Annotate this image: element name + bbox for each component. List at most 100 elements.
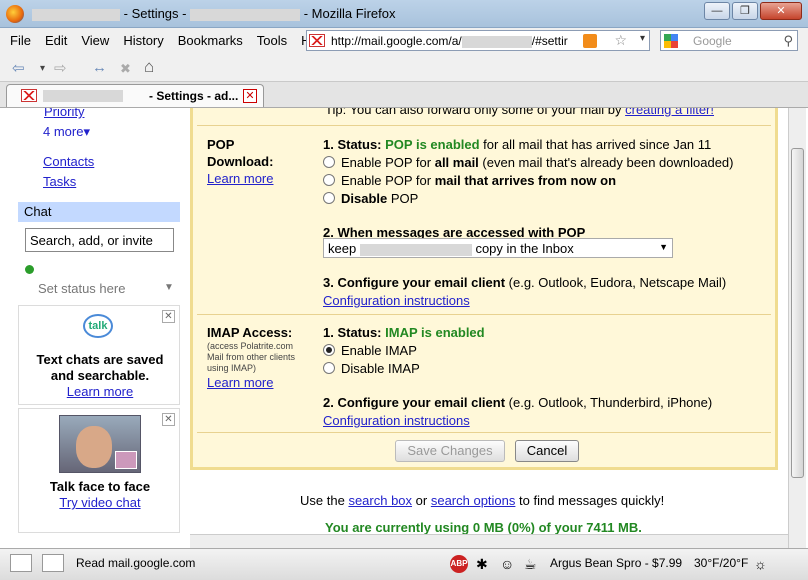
pop-option-disable[interactable]: Disable POP [323,190,734,208]
tab-settings[interactable]: - Settings - ad... ✕ [6,84,264,107]
title-bar: - Settings - - Mozilla Firefox — ❐ ✕ [0,0,808,28]
pop-status-detail: for all mail that has arrived since Jan … [479,137,712,152]
navigation-toolbar: ⇦ ▾ ⇨ ↔ ✖ ⌂ [0,54,808,82]
close-promo-icon[interactable]: ✕ [162,413,175,426]
back-arrow-icon[interactable]: ⇦ [12,59,25,77]
weather-text[interactable]: 30°F/20°F [694,556,748,570]
imap-config-instructions-link[interactable]: Configuration instructions [323,412,712,430]
minimize-button[interactable]: — [704,2,730,20]
bookmark-star-icon[interactable]: ☆ [614,32,627,49]
adblock-icon[interactable]: ABP [450,555,468,573]
title-suffix: - Mozilla Firefox [303,6,396,21]
radio-pop-now[interactable] [323,174,335,186]
redacted-block [190,8,301,21]
search-box-link[interactable]: search box [348,493,412,508]
radio-pop-disable[interactable] [323,192,335,204]
gmail-favicon-icon [309,34,325,47]
chat-search-input[interactable]: Search, add, or invite [25,228,174,252]
home-icon[interactable]: ⌂ [144,57,154,77]
url-bar[interactable]: http://mail.google.com/a/ /#settir ☆ ▾ [306,30,650,51]
stop-icon[interactable]: ✖ [120,61,131,77]
status-dropdown-arrow-icon[interactable]: ▼ [164,282,174,293]
pop-label-line1: POP [207,137,235,152]
menu-bookmarks[interactable]: Bookmarks [176,33,245,48]
search-bar[interactable]: Google ⚲ [660,30,798,51]
scrollbar-thumb[interactable] [791,148,804,478]
forward-arrow-icon[interactable]: ⇨ [54,59,67,77]
promo-text-line1: Text chats are saved [36,352,164,367]
page-info-icon[interactable] [42,554,64,572]
chat-header[interactable]: Chat [18,202,180,222]
sidebar-item-tasks[interactable]: Tasks [43,174,76,189]
url-prefix: http://mail.google.com/a/ [331,34,462,48]
close-window-button[interactable]: ✕ [760,2,802,20]
menu-tools[interactable]: Tools [255,33,289,48]
video-preview-image [115,451,137,469]
imap-option-enable[interactable]: Enable IMAP [323,342,712,360]
bug-icon[interactable]: ✱ [476,556,488,573]
imap-sub-line: Mail from other clients [207,352,296,362]
firefox-logo-icon [6,5,24,23]
redacted-block [43,90,123,102]
try-video-chat-link[interactable]: Try video chat [19,495,181,511]
opt-text: POP [387,191,419,206]
back-history-dropdown-icon[interactable]: ▾ [40,63,45,74]
pop-option-from-now[interactable]: Enable POP for mail that arrives from no… [323,172,734,190]
imap-learn-more-link[interactable]: Learn more [207,374,295,391]
divider [197,314,771,315]
search-options-link[interactable]: search options [431,493,516,508]
opt-text: Disable IMAP [341,361,420,376]
forwarding-tip: Tip: You can also forward only some of y… [325,108,714,117]
menu-view[interactable]: View [79,33,111,48]
search-hint: Use the search box or search options to … [300,493,664,508]
close-promo-icon[interactable]: ✕ [162,310,175,323]
pop-action-select[interactable]: keep copy in the Inbox ▼ [323,238,673,258]
deal-ticker[interactable]: Argus Bean Spro - $7.99 [550,556,682,570]
search-icon[interactable]: ⚲ [783,33,793,49]
pop-option-all-mail[interactable]: Enable POP for all mail (even mail that'… [323,154,734,172]
chevron-down-icon[interactable]: ▼ [659,242,668,252]
redacted-block [461,35,532,48]
status-text: Read mail.google.com [76,556,196,570]
horizontal-scrollbar[interactable] [190,534,788,548]
google-engine-icon[interactable] [664,34,678,48]
pop-status: 1. Status: POP is enabled for all mail t… [323,136,734,154]
divider [197,125,771,126]
sidebar-item-priority[interactable]: Priority [44,108,84,119]
tab-title: - Settings - ad... [149,89,239,103]
cup-icon[interactable]: ☕ [524,556,537,573]
vertical-scrollbar[interactable] [788,108,806,548]
smiley-icon[interactable]: ☺ [500,556,514,572]
menu-history[interactable]: History [121,33,165,48]
pop-learn-more-link[interactable]: Learn more [207,170,273,187]
rss-feed-icon[interactable] [583,34,597,48]
tab-bar: - Settings - ad... ✕ [0,82,808,108]
select-text: copy in the Inbox [475,241,574,256]
talk-logo-text: talk [88,320,108,332]
pop-options: 1. Status: POP is enabled for all mail t… [323,136,734,242]
url-dropdown-icon[interactable]: ▾ [640,33,645,44]
imap-status-number: 1. Status: [323,325,382,340]
menu-file[interactable]: File [8,33,33,48]
menu-edit[interactable]: Edit [43,33,69,48]
pop-config-instructions-link[interactable]: Configuration instructions [323,292,726,310]
reload-icon[interactable]: ↔ [92,59,107,76]
sidebar-more-labels[interactable]: 4 more▾ [43,124,90,140]
close-tab-icon[interactable]: ✕ [243,89,257,103]
promo-text-line2: and searchable. [50,368,150,383]
firebug-icon[interactable] [10,554,32,572]
settings-panel: Tip: You can also forward only some of y… [190,108,778,470]
radio-imap-disable[interactable] [323,362,335,374]
step3-title: 3. Configure your email client [323,275,506,290]
set-status-dropdown[interactable]: Set status here [38,281,125,296]
create-filter-link[interactable]: creating a filter! [625,108,714,117]
imap-option-disable[interactable]: Disable IMAP [323,360,712,378]
radio-imap-enable[interactable] [323,344,335,356]
radio-pop-all[interactable] [323,156,335,168]
cancel-button[interactable]: Cancel [515,440,579,462]
imap-label: IMAP Access: (access Polatrite.com Mail … [207,324,295,391]
promo-learn-more-link[interactable]: Learn more [19,384,181,400]
sidebar-item-contacts[interactable]: Contacts [43,154,94,169]
save-changes-button[interactable]: Save Changes [395,440,505,462]
restore-button[interactable]: ❐ [732,2,758,20]
